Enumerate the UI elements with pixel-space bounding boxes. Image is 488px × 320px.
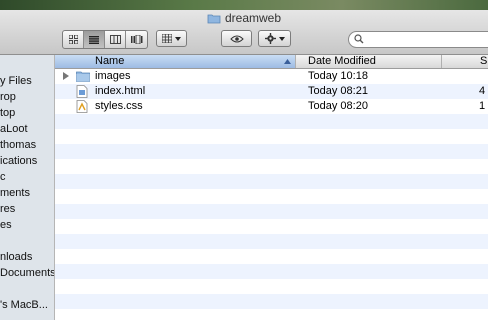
file-date: Today 08:20 <box>308 100 368 112</box>
empty-row <box>55 204 488 219</box>
chevron-down-icon <box>278 36 285 41</box>
table-row[interactable]: styles.css Today 08:20 1 <box>55 99 488 114</box>
table-row[interactable]: index.html Today 08:21 4 <box>55 84 488 99</box>
icon-view-icon <box>68 35 78 44</box>
coverflow-view-icon <box>130 35 142 44</box>
gear-icon <box>264 33 276 44</box>
column-view-icon <box>109 35 121 44</box>
file-name: images <box>95 70 131 82</box>
sidebar-item-device[interactable]: 's MacB... <box>0 299 48 311</box>
empty-row <box>55 114 488 129</box>
sort-arrow-icon <box>284 59 291 64</box>
empty-row <box>55 144 488 159</box>
sidebar-item-desktop[interactable]: top <box>0 107 15 119</box>
disclosure-triangle-icon[interactable] <box>63 72 69 80</box>
action-button[interactable] <box>258 30 291 47</box>
empty-row <box>55 279 488 294</box>
list-view-button[interactable] <box>84 31 105 48</box>
folder-icon <box>207 14 221 24</box>
column-header-date-label: Date Modified <box>308 55 376 67</box>
search-field[interactable] <box>348 31 488 48</box>
toolbar: dreamweb <box>0 10 488 55</box>
empty-row <box>55 264 488 279</box>
empty-row <box>55 249 488 264</box>
file-rows: images Today 10:18 index.html Today 08:2… <box>55 69 488 320</box>
sidebar-item-music[interactable]: c <box>0 171 6 183</box>
sidebar-item-movies[interactable]: es <box>0 219 12 231</box>
sidebar-item-all-my-files[interactable]: y Files <box>0 75 32 87</box>
sidebar-item-aloot[interactable]: aLoot <box>0 123 28 135</box>
search-input[interactable] <box>365 33 485 46</box>
table-row[interactable]: images Today 10:18 <box>55 69 488 84</box>
window-title-text: dreamweb <box>224 11 282 25</box>
sidebar-item-shared-documents[interactable]: Documents <box>0 267 54 279</box>
search-icon <box>354 34 364 44</box>
file-name: styles.css <box>95 100 143 112</box>
file-size: 1 <box>479 100 486 112</box>
file-size: 4 <box>479 85 486 97</box>
eye-icon <box>229 35 244 42</box>
sidebar-item-thomas[interactable]: thomas <box>0 139 36 151</box>
empty-row <box>55 159 488 174</box>
sidebar-item-documents[interactable]: ments <box>0 187 30 199</box>
list-header: Name Date Modified S <box>55 55 488 69</box>
arrange-grid-icon <box>162 34 172 43</box>
empty-row <box>55 309 488 320</box>
sidebar-item-applications[interactable]: ications <box>0 155 37 167</box>
column-header-date[interactable]: Date Modified <box>296 55 442 68</box>
column-header-name[interactable]: Name <box>55 55 296 68</box>
coverflow-view-button[interactable] <box>126 31 147 48</box>
file-list: Name Date Modified S images Today 10:18 <box>55 55 488 320</box>
file-name: index.html <box>95 85 146 97</box>
sidebar: y Files rop top aLoot thomas ications c … <box>0 55 55 320</box>
column-header-size[interactable]: S <box>442 55 488 68</box>
chevron-down-icon <box>175 36 181 41</box>
sidebar-item-pictures[interactable]: res <box>0 203 15 215</box>
html-file-icon <box>76 85 88 98</box>
file-date: Today 08:21 <box>308 85 368 97</box>
column-header-size-label: S <box>480 55 488 67</box>
list-view-icon <box>89 35 99 44</box>
empty-row <box>55 174 488 189</box>
column-header-name-label: Name <box>95 55 125 67</box>
window-title: dreamweb <box>0 11 488 25</box>
empty-row <box>55 129 488 144</box>
finder-window: dreamweb y Files rop top aLoot thomas ic… <box>0 10 488 320</box>
sidebar-item-airdrop[interactable]: rop <box>0 91 16 103</box>
file-date: Today 10:18 <box>308 70 368 82</box>
icon-view-button[interactable] <box>63 31 84 48</box>
folder-icon <box>76 71 90 82</box>
empty-row <box>55 294 488 309</box>
column-view-button[interactable] <box>105 31 126 48</box>
empty-row <box>55 219 488 234</box>
empty-row <box>55 189 488 204</box>
css-file-icon <box>76 100 88 113</box>
empty-row <box>55 234 488 249</box>
quicklook-button[interactable] <box>221 30 252 47</box>
arrange-button[interactable] <box>156 30 187 47</box>
desktop-background <box>0 0 488 10</box>
sidebar-item-downloads[interactable]: nloads <box>0 251 32 263</box>
view-mode-switcher <box>62 30 148 49</box>
